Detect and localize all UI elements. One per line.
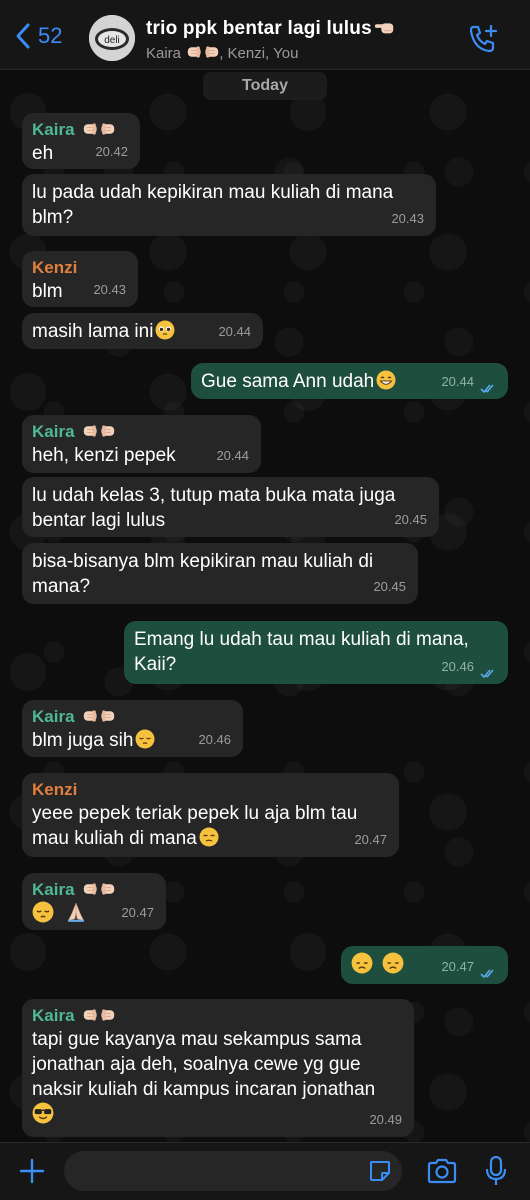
fist-bump-emoji-icon xyxy=(81,1007,117,1023)
message-bubble[interactable]: Kenzi blm 20.43 xyxy=(22,251,138,307)
unamused-face-emoji-icon xyxy=(199,827,219,847)
participants-list: Kaira , Kenzi, You xyxy=(146,44,298,62)
grinning-face-emoji-icon xyxy=(376,370,396,390)
message-time: 20.43 xyxy=(93,282,126,297)
message-time: 20.49 xyxy=(369,1112,402,1127)
sender-name: Kaira xyxy=(32,421,251,443)
message-list[interactable]: Today Kaira eh 20.42 lu pada udah kepiki… xyxy=(0,70,530,1142)
chat-header: 52 deli trio ppk bentar lagi lulus Kaira… xyxy=(0,0,530,70)
sender-name: Kaira xyxy=(32,879,156,901)
group-avatar[interactable]: deli xyxy=(89,15,135,61)
point-left-emoji-icon xyxy=(374,16,396,38)
message-bubble[interactable]: bisa-bisanya blm kepikiran mau kuliah di… xyxy=(22,543,418,604)
fist-bump-emoji-icon xyxy=(81,121,117,137)
message-bubble[interactable]: Kenzi yeee pepek teriak pepek lu aja blm… xyxy=(22,773,399,857)
fist-bump-emoji-icon xyxy=(81,708,117,724)
chat-title-text: trio ppk bentar lagi lulus xyxy=(146,18,372,39)
back-button[interactable]: 52 xyxy=(14,22,62,50)
message-text: eh xyxy=(32,143,54,164)
message-bubble-outgoing[interactable]: Emang lu udah tau mau kuliah di mana, Ka… xyxy=(124,621,508,684)
message-text: Emang lu udah tau mau kuliah di mana, Ka… xyxy=(134,629,469,675)
message-time: 20.47 xyxy=(441,959,474,974)
microphone-icon[interactable] xyxy=(485,1155,507,1187)
message-time: 20.43 xyxy=(391,211,424,226)
composer-bar xyxy=(0,1142,530,1200)
message-time: 20.45 xyxy=(373,579,406,594)
sticker-icon[interactable] xyxy=(368,1159,392,1183)
unread-count: 52 xyxy=(38,23,63,48)
participants-rest: , Kenzi, You xyxy=(219,45,299,62)
sender-name: Kaira xyxy=(32,119,130,141)
message-bubble[interactable]: Kaira blm juga sih 20.46 xyxy=(22,700,243,757)
message-bubble[interactable]: Kaira heh, kenzi pepek 20.44 xyxy=(22,415,261,473)
sender-name: Kaira xyxy=(32,706,233,728)
pensive-face-emoji-icon xyxy=(135,729,155,749)
message-time: 20.44 xyxy=(218,324,251,339)
message-text: lu udah kelas 3, tutup mata buka mata ju… xyxy=(32,485,396,531)
pleading-face-emoji-icon xyxy=(155,320,175,340)
message-text: bisa-bisanya blm kepikiran mau kuliah di… xyxy=(32,551,374,597)
message-bubble-outgoing[interactable]: 20.47 xyxy=(341,946,508,984)
message-text: masih lama ini xyxy=(32,321,154,342)
message-time: 20.45 xyxy=(394,512,427,527)
message-text: heh, kenzi pepek xyxy=(32,445,176,466)
pensive-face-emoji-icon xyxy=(32,901,54,923)
sunglasses-face-emoji-icon xyxy=(32,1102,54,1124)
message-bubble[interactable]: lu pada udah kepikiran mau kuliah di man… xyxy=(22,174,436,236)
message-bubble[interactable]: Kaira eh 20.42 xyxy=(22,113,140,169)
read-receipt-icon xyxy=(480,668,498,679)
avatar-image: deli xyxy=(89,15,135,61)
date-separator: Today xyxy=(203,72,327,100)
message-time: 20.46 xyxy=(441,659,474,674)
message-time: 20.44 xyxy=(216,448,249,463)
chat-title[interactable]: trio ppk bentar lagi lulus xyxy=(146,16,396,40)
message-time: 20.46 xyxy=(198,732,231,747)
message-time: 20.42 xyxy=(95,144,128,159)
message-time: 20.47 xyxy=(354,832,387,847)
read-receipt-icon xyxy=(480,968,498,979)
participant-kaira: Kaira xyxy=(146,45,186,62)
message-input[interactable] xyxy=(64,1151,402,1191)
add-call-icon[interactable] xyxy=(466,22,500,56)
sender-name: Kenzi xyxy=(32,258,78,277)
disappointed-face-emoji-icon xyxy=(382,952,404,974)
fist-bump-emoji-icon xyxy=(81,423,117,439)
message-time: 20.47 xyxy=(121,905,154,920)
message-text: lu pada udah kepikiran mau kuliah di man… xyxy=(32,182,394,228)
plus-icon[interactable] xyxy=(18,1157,46,1185)
svg-text:deli: deli xyxy=(104,35,120,46)
sender-name: Kaira xyxy=(32,1005,404,1027)
fist-bump-emoji-icon xyxy=(81,881,117,897)
folded-hands-emoji-icon xyxy=(65,901,87,923)
message-text: Gue sama Ann udah xyxy=(201,371,375,392)
message-time: 20.44 xyxy=(441,374,474,389)
message-text: tapi gue kayanya mau sekampus sama jonat… xyxy=(32,1029,376,1100)
message-bubble[interactable]: Kaira 20.47 xyxy=(22,873,166,930)
sender-name: Kenzi xyxy=(32,780,78,799)
fist-bump-emoji-icon xyxy=(187,44,219,60)
read-receipt-icon xyxy=(480,383,498,394)
disappointed-face-emoji-icon xyxy=(351,952,373,974)
message-bubble-outgoing[interactable]: Gue sama Ann udah 20.44 xyxy=(191,363,508,399)
message-text: yeee pepek teriak pepek lu aja blm tau m… xyxy=(32,803,358,849)
chevron-left-icon xyxy=(16,23,30,49)
message-bubble[interactable]: Kaira tapi gue kayanya mau sekampus sama… xyxy=(22,999,414,1137)
camera-icon[interactable] xyxy=(426,1157,458,1185)
message-bubble[interactable]: lu udah kelas 3, tutup mata buka mata ju… xyxy=(22,477,439,537)
message-bubble[interactable]: masih lama ini 20.44 xyxy=(22,313,263,349)
message-text: blm juga sih xyxy=(32,730,134,751)
message-text: blm xyxy=(32,281,63,302)
